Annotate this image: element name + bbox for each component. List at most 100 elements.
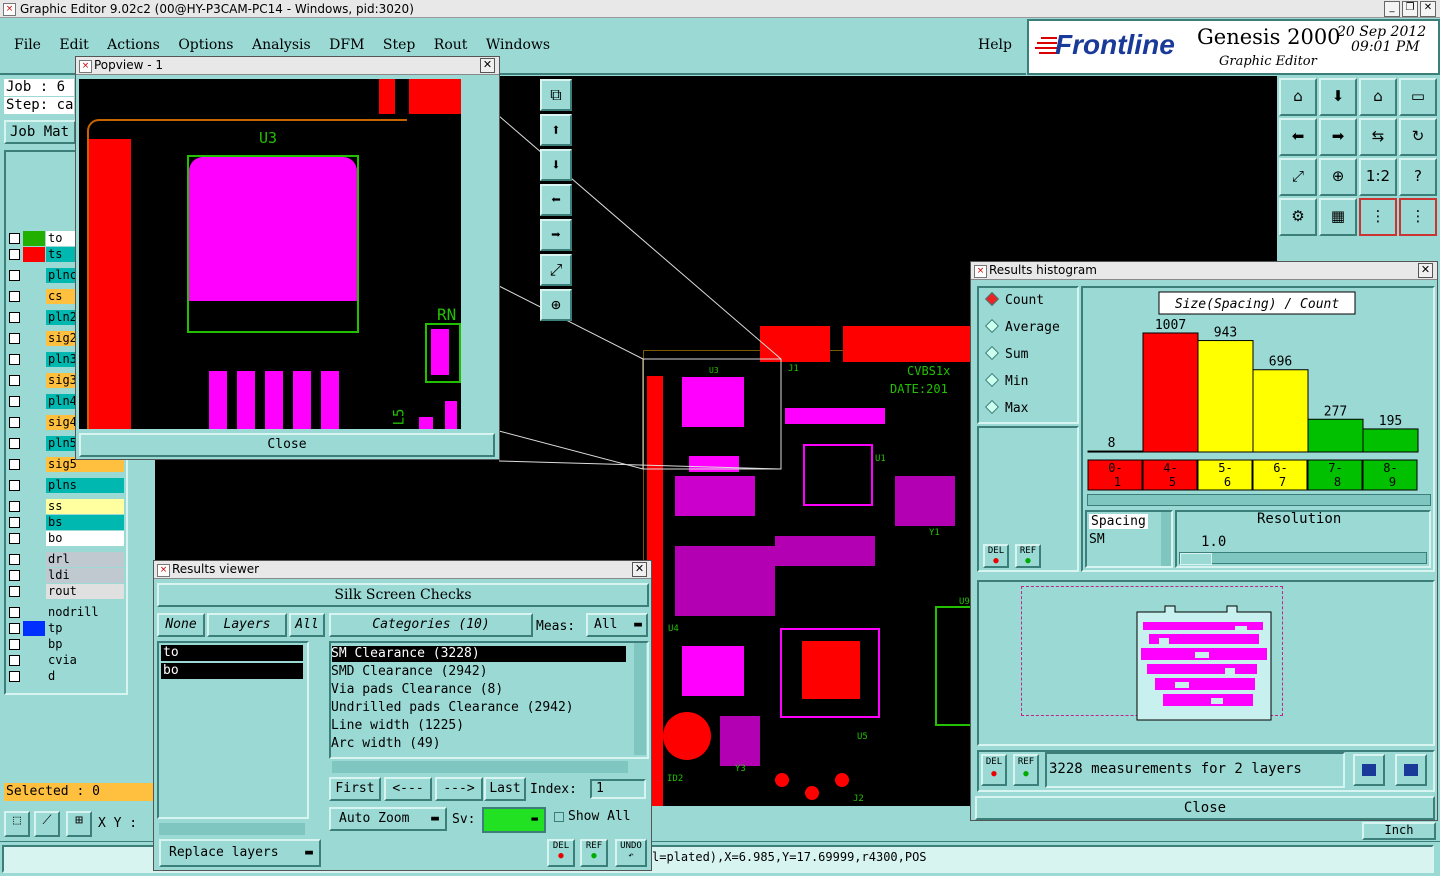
show-all-checkbox[interactable] xyxy=(554,812,564,822)
help-question-icon[interactable]: ? xyxy=(1399,158,1437,196)
snap-tool-button[interactable]: ⬚ xyxy=(4,811,30,837)
viewer-del-button[interactable]: DEL ● xyxy=(547,839,575,867)
histogram-close-icon[interactable]: ✕ xyxy=(1418,263,1433,278)
close-icon[interactable]: ✕ xyxy=(1420,1,1436,17)
menu-dfm[interactable]: DFM xyxy=(329,37,364,53)
menu-analysis[interactable]: Analysis xyxy=(252,37,311,53)
pop-pan-right-icon[interactable]: ➡ xyxy=(540,219,572,251)
popview-close-icon[interactable]: ✕ xyxy=(480,58,495,73)
histogram-bar[interactable] xyxy=(1252,369,1309,453)
netlist-icon[interactable]: ⋮ xyxy=(1359,198,1397,236)
histogram-close-button[interactable]: Close xyxy=(975,796,1435,820)
layer-color-swatch[interactable] xyxy=(23,584,45,599)
mode-count[interactable]: Count xyxy=(984,291,1044,308)
category-item[interactable]: Undrilled pads Clearance (2942) xyxy=(331,700,574,715)
results-viewer-close-icon[interactable]: ✕ xyxy=(632,562,647,577)
histogram-bar[interactable] xyxy=(1197,340,1254,453)
result-layer-to[interactable]: to xyxy=(161,645,303,661)
layer-color-swatch[interactable] xyxy=(23,478,45,493)
menu-file[interactable]: File xyxy=(14,37,41,53)
layer-checkbox[interactable] xyxy=(9,533,20,544)
menu-help[interactable]: Help xyxy=(978,37,1012,53)
layer-color-swatch[interactable] xyxy=(23,436,45,451)
hist-ref-button[interactable]: REF ● xyxy=(1015,544,1041,568)
layer-color-swatch[interactable] xyxy=(23,669,45,684)
layer-color-swatch[interactable] xyxy=(23,568,45,583)
hist-del-button[interactable]: DEL ● xyxy=(983,544,1009,568)
popview-canvas[interactable]: U3 RN L5 xyxy=(79,79,461,429)
layer-color-swatch[interactable] xyxy=(23,231,45,246)
next-button[interactable]: ---> xyxy=(435,777,483,801)
layer-checkbox[interactable] xyxy=(9,354,20,365)
layer-checkbox[interactable] xyxy=(9,233,20,244)
histogram-bar[interactable] xyxy=(1362,428,1419,453)
layer-row-d[interactable]: d xyxy=(6,669,124,684)
none-button[interactable]: None xyxy=(157,613,205,637)
pop-zoom-center-icon[interactable]: ⊕ xyxy=(540,289,572,321)
layer-row-ldi[interactable]: ldi xyxy=(6,568,124,583)
category-item[interactable]: Line width (1225) xyxy=(331,718,464,733)
measure-tool-button[interactable]: ⟋ xyxy=(34,811,60,837)
layer-color-swatch[interactable] xyxy=(23,289,45,304)
index-input[interactable]: 1 xyxy=(590,779,646,799)
layer-row-ss[interactable]: ss xyxy=(6,499,124,514)
layer-checkbox[interactable] xyxy=(9,570,20,581)
mode-max[interactable]: Max xyxy=(984,399,1028,416)
last-button[interactable]: Last xyxy=(484,777,526,801)
layer-row-cvia[interactable]: cvia xyxy=(6,653,124,668)
layer-color-swatch[interactable] xyxy=(23,621,45,636)
menu-windows[interactable]: Windows xyxy=(486,37,550,53)
pan-right-icon[interactable]: ➡ xyxy=(1319,118,1357,156)
layer-checkbox[interactable] xyxy=(9,459,20,470)
layer-checkbox[interactable] xyxy=(9,501,20,512)
sv-color-select[interactable]: ▬ xyxy=(482,807,546,833)
mode-average[interactable]: Average xyxy=(984,318,1060,335)
layer-color-swatch[interactable] xyxy=(23,457,45,472)
all-button[interactable]: All xyxy=(289,613,325,637)
layer-checkbox[interactable] xyxy=(9,291,20,302)
param-scrollbar[interactable] xyxy=(1161,512,1171,566)
grid-icon[interactable]: ▦ xyxy=(1319,198,1357,236)
prev-button[interactable]: <--- xyxy=(384,777,432,801)
layer-checkbox[interactable] xyxy=(9,586,20,597)
layer-color-swatch[interactable] xyxy=(23,373,45,388)
minimize-icon[interactable]: _ xyxy=(1384,1,1400,17)
layer-row-bs[interactable]: bs xyxy=(6,515,124,530)
menu-rout[interactable]: Rout xyxy=(434,37,468,53)
layer-checkbox[interactable] xyxy=(9,623,20,634)
categories-button[interactable]: Categories (10) xyxy=(329,613,533,637)
summary-del-button[interactable]: DEL ● xyxy=(981,754,1007,786)
job-matrix-button[interactable]: Job Mat xyxy=(4,120,76,144)
chart-hscrollbar[interactable] xyxy=(1087,494,1431,506)
layer-color-swatch[interactable] xyxy=(23,499,45,514)
layer-color-swatch[interactable] xyxy=(23,268,45,283)
rotate-icon[interactable]: ↻ xyxy=(1399,118,1437,156)
histogram-bar[interactable] xyxy=(1307,418,1364,453)
replace-layers-select[interactable]: Replace layers ▬ xyxy=(159,839,321,867)
layer-checkbox[interactable] xyxy=(9,375,20,386)
layer-checkbox[interactable] xyxy=(9,655,20,666)
layer-row-bp[interactable]: bp xyxy=(6,637,124,652)
layer-checkbox[interactable] xyxy=(9,270,20,281)
settings-icon[interactable]: ⚙ xyxy=(1279,198,1317,236)
meas-select[interactable]: All ▬ xyxy=(586,613,648,637)
pop-zoom-fit-icon[interactable]: ⤢ xyxy=(540,254,572,286)
category-item[interactable]: Arc width (49) xyxy=(331,736,441,751)
home-icon[interactable]: ⌂ xyxy=(1359,78,1397,116)
pop-zoom-home-icon[interactable]: ⧉ xyxy=(540,79,572,111)
layer-row-nodrill[interactable]: nodrill xyxy=(6,605,124,620)
window-icon[interactable]: ▭ xyxy=(1399,78,1437,116)
export-report-button[interactable] xyxy=(1395,754,1427,786)
layer-color-swatch[interactable] xyxy=(23,247,45,262)
category-hscrollbar[interactable] xyxy=(332,761,628,773)
pop-pan-down-icon[interactable]: ⬇ xyxy=(540,149,572,181)
layer-checkbox[interactable] xyxy=(9,438,20,449)
menu-actions[interactable]: Actions xyxy=(107,37,160,53)
layer-checkbox[interactable] xyxy=(9,417,20,428)
first-button[interactable]: First xyxy=(329,777,381,801)
category-item[interactable]: SM Clearance (3228) xyxy=(331,646,480,661)
layer-color-swatch[interactable] xyxy=(23,605,45,620)
maximize-icon[interactable]: ❐ xyxy=(1402,1,1418,17)
pan-down-icon[interactable]: ⬇ xyxy=(1319,78,1357,116)
category-scrollbar[interactable] xyxy=(634,643,646,755)
